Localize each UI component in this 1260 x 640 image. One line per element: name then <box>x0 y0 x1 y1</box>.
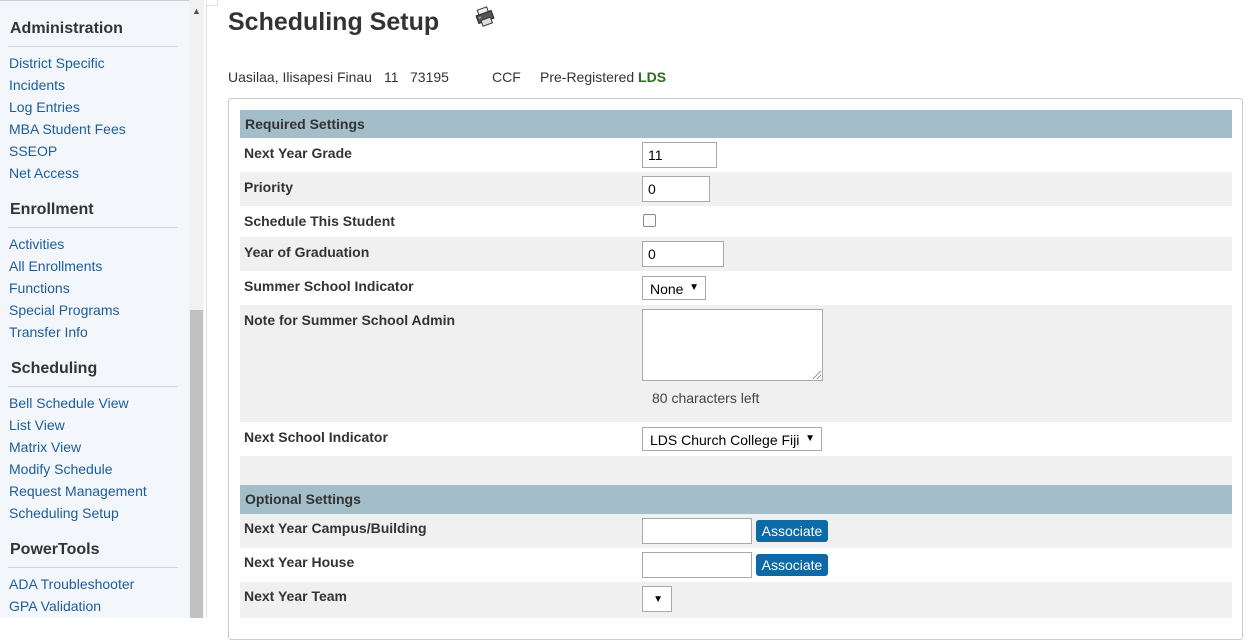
resize-grip-icon[interactable] <box>813 371 821 379</box>
sidebar-item-gpa-validation[interactable]: GPA Validation <box>9 598 101 614</box>
next-year-campus-building-label: Next Year Campus/Building <box>244 520 427 536</box>
sidebar-item-special-programs[interactable]: Special Programs <box>9 302 120 318</box>
chevron-down-icon: ▼ <box>653 594 663 605</box>
student-grade: 11 <box>384 69 399 85</box>
sidebar-item-matrix-view[interactable]: Matrix View <box>9 439 81 455</box>
student-name: Uasilaa, Ilisapesi Finau <box>228 69 372 85</box>
sidebar-scrollbar[interactable]: ▲ <box>189 0 204 618</box>
student-school: CCF <box>492 69 521 85</box>
student-status-code: LDS <box>638 69 667 85</box>
next-year-team-label: Next Year Team <box>244 588 347 604</box>
priority-input[interactable] <box>642 176 710 202</box>
sidebar-item-modify-schedule[interactable]: Modify Schedule <box>9 461 113 477</box>
section-divider <box>8 567 178 568</box>
row-year-of-graduation: Year of Graduation <box>240 237 1232 271</box>
page-title: Scheduling Setup <box>228 8 440 36</box>
row-next-year-team: Next Year Team ▼ <box>240 582 1232 618</box>
row-schedule-this-student: Schedule This Student <box>240 206 1232 237</box>
sidebar-item-functions[interactable]: Functions <box>9 280 70 296</box>
section-title-scheduling: Scheduling <box>11 360 98 377</box>
sidebar-item-all-enrollments[interactable]: All Enrollments <box>9 258 102 274</box>
chevron-down-icon: ▼ <box>805 433 815 444</box>
sidebar-item-net-access[interactable]: Net Access <box>9 165 79 181</box>
characters-left-counter: 80 characters left <box>652 390 760 406</box>
sidebar-item-mba-student-fees[interactable]: MBA Student Fees <box>9 121 126 137</box>
priority-label: Priority <box>244 179 294 195</box>
sidebar-item-scheduling-setup[interactable]: Scheduling Setup <box>9 505 119 521</box>
required-settings-title: Required Settings <box>245 116 365 132</box>
section-divider <box>8 227 178 228</box>
sidebar-item-transfer-info[interactable]: Transfer Info <box>9 324 88 340</box>
sidebar-item-incidents[interactable]: Incidents <box>9 77 65 93</box>
summer-school-indicator-value: None <box>650 281 684 297</box>
year-of-graduation-input[interactable] <box>642 241 724 267</box>
row-note-for-summer-school-admin: Note for Summer School Admin 80 characte… <box>240 305 1232 422</box>
scrollbar-thumb[interactable] <box>190 310 203 618</box>
sidebar-top-rule <box>0 0 189 1</box>
sidebar-item-bell-schedule-view[interactable]: Bell Schedule View <box>9 395 129 411</box>
summer-school-indicator-label: Summer School Indicator <box>244 278 414 294</box>
next-school-indicator-label: Next School Indicator <box>244 429 388 445</box>
sidebar-item-activities[interactable]: Activities <box>9 236 64 252</box>
summer-school-indicator-select[interactable]: None ▼ <box>642 276 706 300</box>
chevron-down-icon: ▼ <box>689 282 699 293</box>
sidebar-item-request-management[interactable]: Request Management <box>9 483 147 499</box>
row-spacer <box>240 456 1232 485</box>
sidebar-item-log-entries[interactable]: Log Entries <box>9 99 80 115</box>
required-settings-header: Required Settings <box>240 110 1232 138</box>
content-divider <box>206 0 207 618</box>
section-title-administration: Administration <box>10 20 123 37</box>
divider-notch <box>207 0 218 6</box>
next-year-campus-building-input[interactable] <box>642 518 752 544</box>
next-year-team-select[interactable]: ▼ <box>642 586 672 612</box>
next-year-grade-label: Next Year Grade <box>244 145 352 161</box>
sidebar-item-list-view[interactable]: List View <box>9 417 65 433</box>
sidebar-item-ada-troubleshooter[interactable]: ADA Troubleshooter <box>9 576 134 592</box>
section-title-powertools: PowerTools <box>10 541 100 558</box>
next-year-house-label: Next Year House <box>244 554 355 570</box>
schedule-this-student-label: Schedule This Student <box>244 213 395 229</box>
row-next-school-indicator: Next School Indicator LDS Church College… <box>240 422 1232 456</box>
section-title-enrollment: Enrollment <box>10 201 94 218</box>
sidebar: Administration District Specific Inciden… <box>0 0 189 618</box>
note-for-summer-school-admin-textarea[interactable] <box>642 309 823 381</box>
note-for-summer-school-admin-label: Note for Summer School Admin <box>244 312 456 328</box>
optional-settings-title: Optional Settings <box>245 491 361 507</box>
schedule-this-student-checkbox[interactable] <box>643 214 656 227</box>
row-next-year-grade: Next Year Grade <box>240 138 1232 172</box>
student-status-label: Pre-Registered <box>540 69 635 85</box>
student-status: Pre-Registered LDS <box>540 69 666 85</box>
associate-house-button[interactable]: Associate <box>756 554 828 576</box>
row-next-year-house: Next Year House Associate <box>240 548 1232 582</box>
printer-icon[interactable] <box>474 6 496 28</box>
associate-campus-button[interactable]: Associate <box>756 520 828 542</box>
year-of-graduation-label: Year of Graduation <box>244 244 370 260</box>
row-priority: Priority <box>240 172 1232 206</box>
scroll-up-arrow-icon[interactable]: ▲ <box>189 0 204 18</box>
student-id: 73195 <box>410 69 449 85</box>
row-next-year-campus-building: Next Year Campus/Building Associate <box>240 514 1232 548</box>
next-school-indicator-value: LDS Church College Fiji <box>650 432 800 448</box>
row-summer-school-indicator: Summer School Indicator None ▼ <box>240 271 1232 305</box>
sidebar-item-sseop[interactable]: SSEOP <box>9 143 57 159</box>
optional-settings-header: Optional Settings <box>240 485 1232 514</box>
next-year-grade-input[interactable] <box>642 142 717 168</box>
next-year-house-input[interactable] <box>642 552 752 578</box>
next-school-indicator-select[interactable]: LDS Church College Fiji ▼ <box>642 427 822 451</box>
section-divider <box>8 46 178 47</box>
section-divider <box>8 386 178 387</box>
sidebar-item-district-specific[interactable]: District Specific <box>9 55 105 71</box>
